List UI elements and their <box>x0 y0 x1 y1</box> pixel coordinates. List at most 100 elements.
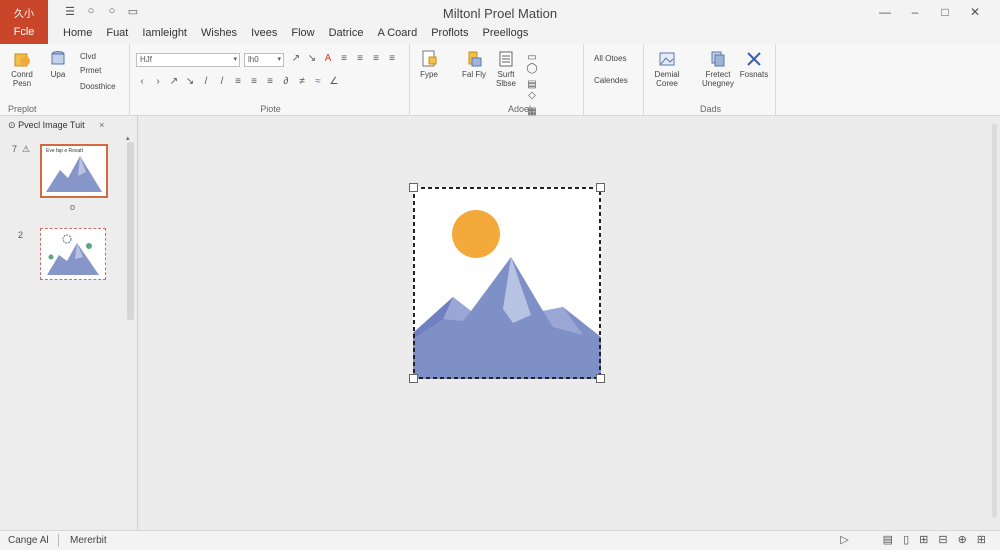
slash-icon[interactable]: / <box>214 76 230 87</box>
upa-button[interactable]: Upa <box>44 50 72 79</box>
slide-thumbnail-1[interactable]: Eve fap e Rovatt <box>40 144 108 198</box>
bullets-icon[interactable]: ≡ <box>336 53 352 64</box>
slide-button[interactable]: Surft Slbse <box>490 50 522 88</box>
selected-image[interactable] <box>409 183 605 383</box>
status-middle[interactable]: Mererbit <box>70 535 107 546</box>
tab-proflots[interactable]: Proflots <box>424 24 475 42</box>
tab-a-coard[interactable]: A Coard <box>370 24 424 42</box>
title-bar: ☰ ○ ○ ▭ Miltonl Proel Mation — – □ ✕ <box>0 0 1000 24</box>
file-tab[interactable]: 久小 Fcle <box>0 0 48 44</box>
group-label: Preplot <box>8 104 37 114</box>
resize-handle-top-left[interactable] <box>409 183 418 192</box>
shrink-font-icon[interactable]: ↘ <box>304 53 320 64</box>
panel-icon: ⊙ <box>8 120 16 130</box>
paste-button[interactable]: Conrd Pesn <box>2 50 42 88</box>
fill-button[interactable]: Fal Fly <box>458 50 490 79</box>
zoom-in-icon[interactable]: ⊕ <box>958 533 967 546</box>
format-row-bottom: ‹ › ↗ ↘ / / ≡ ≡ ≡ ∂ ≠ ≈ ∠ <box>134 76 342 87</box>
rectangle-icon[interactable]: ▭ ◯ <box>524 52 540 74</box>
database-icon <box>51 51 65 65</box>
tab-preellogs[interactable]: Preellogs <box>475 24 535 42</box>
tab-home[interactable]: Home <box>56 24 99 42</box>
reading-view-icon[interactable]: ▯ <box>903 533 909 546</box>
tab-iamleight[interactable]: Iamleight <box>135 24 194 42</box>
dads-group: Demial Coree Fretect Unegney Fosnats Dad… <box>646 44 776 116</box>
resize-handle-bottom-left[interactable] <box>409 374 418 383</box>
outdent-icon[interactable]: ≡ <box>384 53 400 64</box>
tab-fuat[interactable]: Fuat <box>99 24 135 42</box>
demial-button[interactable]: Demial Coree <box>646 50 688 88</box>
normal-view-icon[interactable]: ▤ <box>883 533 893 546</box>
align-right-icon[interactable]: ≡ <box>262 76 278 87</box>
status-bar: Cange Al Mererbit ▷ ▤ ▯ ⊞ ⊟ ⊕ ⊞ <box>0 530 1000 550</box>
arrange-group: All Otoes Calendes <box>588 44 644 116</box>
close-button[interactable]: ✕ <box>960 3 990 21</box>
format-painter-button[interactable]: Doosthice <box>80 82 116 91</box>
fit-icon[interactable]: ⊞ <box>977 533 986 546</box>
minimize-button[interactable]: – <box>900 3 930 21</box>
chevron-down-icon: ▾ <box>277 56 281 63</box>
group-label: Adoel <box>507 104 532 114</box>
grow-font-icon[interactable]: ↗ <box>288 53 304 64</box>
tab-datrice[interactable]: Datrice <box>322 24 371 42</box>
numbering-icon[interactable]: ≡ <box>352 53 368 64</box>
arrow-down-icon[interactable]: ↘ <box>182 76 198 87</box>
canvas-scrollbar[interactable] <box>992 120 998 526</box>
align-left-icon[interactable]: ≡ <box>230 76 246 87</box>
document-icon <box>422 50 437 67</box>
window-controls: — – □ ✕ <box>870 3 990 21</box>
slide-sorter-icon[interactable]: ⊞ <box>919 533 928 546</box>
scroll-thumb[interactable] <box>127 142 134 320</box>
warning-icon: ⚠ <box>22 144 31 154</box>
type-button[interactable]: Fype <box>414 50 444 79</box>
scroll-thumb[interactable] <box>992 124 997 518</box>
zoom-out-icon[interactable]: ⊟ <box>938 533 947 546</box>
format-row-top: ↗ ↘ A ≡ ≡ ≡ ≡ <box>288 53 400 64</box>
help-icon[interactable]: — <box>870 3 900 21</box>
arrow-up-icon[interactable]: ↗ <box>166 76 182 87</box>
all-others-button[interactable]: All Otoes <box>594 54 626 63</box>
panel-scrollbar[interactable]: ▴ ▾ <box>125 134 135 538</box>
list-icon <box>499 51 513 67</box>
panel-header: ⊙ Pvecl Image Tuit × <box>8 120 104 131</box>
left-icon[interactable]: ‹ <box>134 76 150 87</box>
font-group: HJf ▾ lh0 ▾ ↗ ↘ A ≡ ≡ ≡ ≡ ‹ › ↗ ↘ / / ≡ ≡ … <box>132 44 438 116</box>
slide-panel: ⊙ Pvecl Image Tuit × 7 ⚠ Eve fap e Rovat… <box>0 116 138 538</box>
protect-button[interactable]: Fretect Unegney <box>698 50 738 88</box>
slide-canvas[interactable] <box>139 116 1000 530</box>
close-icon[interactable]: × <box>99 120 104 130</box>
group-label: Piote <box>260 104 281 114</box>
tab-wishes[interactable]: Wishes <box>194 24 244 42</box>
right-icon[interactable]: › <box>150 76 166 87</box>
copy-button[interactable]: Prmet <box>80 66 101 75</box>
italic-icon[interactable]: / <box>198 76 214 87</box>
calendar-button[interactable]: Calendes <box>594 76 628 85</box>
formats-button[interactable]: Fosnats <box>736 50 772 79</box>
tab-ivees[interactable]: Ivees <box>244 24 284 42</box>
font-color-icon[interactable]: A <box>320 53 336 64</box>
indent-icon[interactable]: ≡ <box>368 53 384 64</box>
highlight-icon[interactable]: ≈ <box>310 76 326 87</box>
landscape-image <box>413 187 601 379</box>
align-center-icon[interactable]: ≡ <box>246 76 262 87</box>
play-icon[interactable]: ▷ <box>840 533 848 546</box>
tab-flow[interactable]: Flow <box>284 24 321 42</box>
mountain-icon <box>46 156 102 192</box>
resize-handle-top-right[interactable] <box>596 183 605 192</box>
tools-icon <box>747 52 761 66</box>
cut-button[interactable]: Clvd <box>80 52 96 61</box>
angle-icon[interactable]: ∠ <box>326 76 342 87</box>
resize-handle-bottom-right[interactable] <box>596 374 605 383</box>
font-size-combo[interactable]: lh0 ▾ <box>244 53 284 67</box>
text-direction-icon[interactable]: ∂ <box>278 76 294 87</box>
status-left[interactable]: Cange Al <box>8 535 49 546</box>
font-name-combo[interactable]: HJf ▾ <box>136 53 240 67</box>
scroll-up-icon[interactable]: ▴ <box>126 134 130 142</box>
slide-number: 2 <box>18 230 24 240</box>
slide-thumbnail-2[interactable] <box>40 228 106 280</box>
spacing-icon[interactable]: ≠ <box>294 76 310 87</box>
app-mark: 久小 <box>14 9 34 20</box>
grid-icon[interactable]: ▤ ◇ <box>524 79 540 101</box>
maximize-button[interactable]: □ <box>930 3 960 21</box>
bucket-icon <box>468 51 482 67</box>
